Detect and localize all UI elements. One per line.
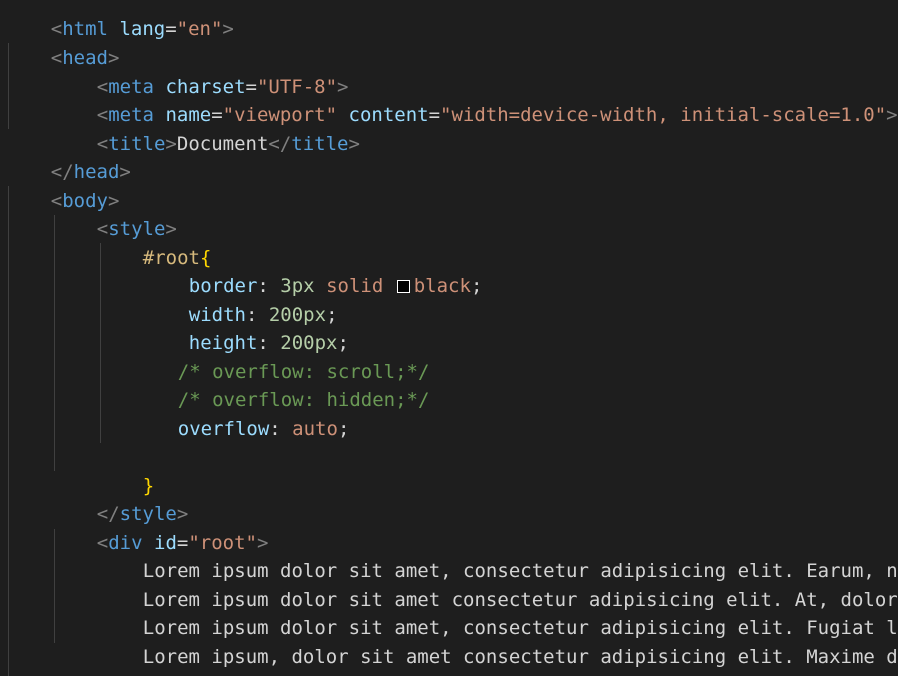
code-line[interactable]: /* overflow: hidden;*/ xyxy=(132,357,430,411)
code-line[interactable]: width: 200px; xyxy=(143,272,338,326)
tag-punct: > xyxy=(119,160,131,183)
code-line[interactable]: <html lang="en"> xyxy=(5,0,234,40)
code-line[interactable]: overflow: auto; xyxy=(132,386,350,440)
semicolon: ; xyxy=(337,417,350,440)
color-swatch-icon[interactable] xyxy=(396,279,410,293)
code-line[interactable]: <title>Document</title> xyxy=(51,101,360,155)
tag-punct: </ xyxy=(268,132,292,155)
attr-name: lang xyxy=(119,17,166,40)
attr-value: "en" xyxy=(176,17,223,40)
code-line[interactable]: Lorem ipsum dolor sit amet, consectetur … xyxy=(97,585,898,639)
code-line[interactable]: </head> xyxy=(5,129,131,183)
tag-name: title xyxy=(291,132,349,155)
semicolon: ; xyxy=(470,274,483,297)
code-line[interactable]: border: 3px solid black; xyxy=(143,243,483,297)
tag-punct: > xyxy=(222,17,234,40)
code-line[interactable]: </style> xyxy=(51,471,189,525)
tag-punct: > xyxy=(886,103,898,126)
text-content: Document xyxy=(176,132,269,155)
code-line[interactable]: <style> xyxy=(51,186,177,240)
code-line[interactable]: <meta name="viewport" content="width=dev… xyxy=(51,72,898,126)
equals: = xyxy=(428,103,441,126)
tag-punct: > xyxy=(165,132,177,155)
code-line[interactable]: height: 200px; xyxy=(143,300,349,354)
code-line[interactable]: /* overflow: scroll;*/ xyxy=(132,329,430,383)
code-line[interactable]: <meta charset="UTF-8"> xyxy=(51,44,349,98)
code-line[interactable]: Lorem ipsum dolor sit amet, consectetur … xyxy=(97,528,898,582)
indent-guide xyxy=(8,186,9,676)
code-line[interactable]: Lorem ipsum dolor sit amet consectetur a… xyxy=(97,557,898,611)
code-editor[interactable]: <html lang="en"> <head> <meta charset="U… xyxy=(0,0,898,676)
attr-name: content xyxy=(348,103,429,126)
text-content: Lorem ipsum, dolor sit amet consectetur … xyxy=(142,645,898,668)
equals: = xyxy=(165,17,177,40)
code-line[interactable]: </div> xyxy=(51,642,166,676)
css-value: black xyxy=(413,274,471,297)
code-line[interactable]: <body> xyxy=(5,158,120,212)
css-property: overflow xyxy=(177,417,270,440)
code-line[interactable]: #root{ xyxy=(97,215,212,269)
css-value: auto xyxy=(292,417,338,440)
code-line[interactable]: <head> xyxy=(5,15,120,69)
tag-punct: > xyxy=(348,132,360,155)
code-line[interactable]: } xyxy=(97,443,154,497)
code-line[interactable]: Lorem ipsum, dolor sit amet consectetur … xyxy=(97,614,898,668)
code-line[interactable]: <div id="root"> xyxy=(51,500,269,554)
attr-value: "width=device-width, initial-scale=1.0" xyxy=(440,103,887,126)
colon: : xyxy=(269,417,293,440)
